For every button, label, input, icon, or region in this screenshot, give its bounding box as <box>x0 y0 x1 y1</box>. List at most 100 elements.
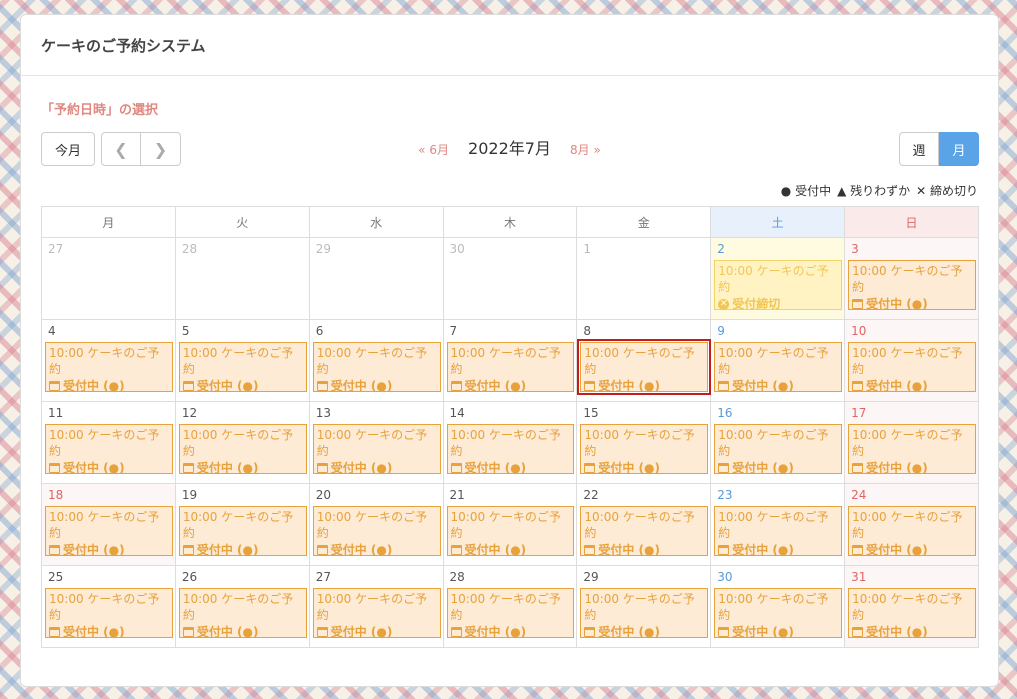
day-number: 9 <box>717 324 725 338</box>
event-status-label: 受付締切 <box>732 297 781 311</box>
calendar-day-cell[interactable]: 17 10:00 ケーキのご予約 受付中 (●) <box>844 401 979 484</box>
event-open[interactable]: 10:00 ケーキのご予約 受付中 (●) <box>45 342 173 393</box>
prev-month-link[interactable]: « 6月 <box>418 143 449 157</box>
closed-x-icon: ✕ <box>718 298 730 310</box>
event-open[interactable]: 10:00 ケーキのご予約受付中 (●) <box>45 506 173 557</box>
calendar-day-cell[interactable]: 7 10:00 ケーキのご予約 受付中 (●) <box>442 319 578 402</box>
event-open[interactable]: 10:00 ケーキのご予約 受付中 (●) <box>714 342 843 393</box>
event-status: 受付中 (●) <box>584 460 704 476</box>
event-title: 10:00 ケーキのご予約 <box>718 346 829 376</box>
calendar-day-cell[interactable]: 8 10:00 ケーキのご予約 受付中 (●) <box>576 319 712 402</box>
calendar-day-cell[interactable]: 22 10:00 ケーキのご予約 受付中 (●) <box>576 483 712 566</box>
event-open[interactable]: 10:00 ケーキのご予約 受付中 (●) <box>312 506 441 557</box>
event-open[interactable]: 10:00 ケーキのご予約 受付中 (●) <box>577 339 712 395</box>
calendar-day-cell[interactable]: 24 10:00 ケーキのご予約 受付中 (●) <box>844 483 979 566</box>
calendar-day-cell[interactable]: 21 10:00 ケーキのご予約 受付中 (●) <box>442 483 578 566</box>
day-number: 27 <box>315 570 331 584</box>
event-open[interactable]: 10:00 ケーキのご予約 受付中 (●) <box>178 342 307 393</box>
day-number: 23 <box>717 488 733 502</box>
event-title: 10:00 ケーキのご予約 <box>450 510 561 540</box>
calendar-day-cell[interactable]: 5 10:00 ケーキのご予約 受付中 (●) <box>174 319 310 402</box>
calendar-day-cell[interactable]: 10 10:00 ケーキのご予約 受付中 (●) <box>844 319 979 402</box>
event-open[interactable]: 10:00 ケーキのご予約 受付中 (●) <box>312 588 441 639</box>
calendar-day-cell[interactable]: 29 10:00 ケーキのご予約 受付中 (●) <box>576 565 712 648</box>
calendar-day-cell[interactable]: 31 10:00 ケーキのご予約 受付中 (●) <box>844 565 979 648</box>
event-status: 受付中 (●) <box>852 296 972 312</box>
event-open[interactable]: 10:00 ケーキのご予約 受付中 (●) <box>446 588 575 639</box>
event-status-label: 受付中 (●) <box>330 461 393 475</box>
calendar-icon <box>450 381 462 391</box>
event-open[interactable]: 10:00 ケーキのご予約 受付中 (●) <box>178 506 307 557</box>
calendar-day-cell[interactable]: 23 10:00 ケーキのご予約 受付中 (●) <box>710 483 846 566</box>
next-month-link[interactable]: 8月 » <box>570 143 601 157</box>
calendar-day-cell[interactable]: 3 10:00 ケーキのご予約 受付中 (●) <box>844 237 979 320</box>
calendar-day-cell[interactable]: 30 10:00 ケーキのご予約 受付中 (●) <box>710 565 846 648</box>
event-open[interactable]: 10:00 ケーキのご予約 受付中 (●) <box>45 424 173 475</box>
event-status-label: 受付中 (●) <box>866 461 928 475</box>
event-open[interactable]: 10:00 ケーキのご予約 受付中 (●) <box>714 506 843 557</box>
event-open[interactable]: 10:00 ケーキのご予約 受付中 (●) <box>714 588 843 639</box>
event-title: 10:00 ケーキのご予約 <box>182 592 294 622</box>
day-number: 21 <box>449 488 465 502</box>
event-title: 10:00 ケーキのご予約 <box>49 510 160 540</box>
event-closed[interactable]: 10:00 ケーキのご予約 ✕ 受付締切 <box>714 260 843 311</box>
current-month: 2022年7月 <box>468 139 551 158</box>
event-status-label: 受付中 (●) <box>63 543 125 557</box>
weekday-thu: 木 <box>442 206 578 238</box>
event-open[interactable]: 10:00 ケーキのご予約 受付中 (●) <box>714 424 843 475</box>
event-open[interactable]: 10:00 ケーキのご予約 受付中 (●) <box>45 588 173 639</box>
calendar-day-cell[interactable]: 12 10:00 ケーキのご予約 受付中 (●) <box>174 401 310 484</box>
event-open[interactable]: 10:00 ケーキのご予約 受付中 (●) <box>580 506 709 557</box>
event-title: 10:00 ケーキのご予約 <box>182 346 294 376</box>
day-number: 29 <box>583 570 599 584</box>
day-number: 19 <box>181 488 198 502</box>
calendar-day-cell[interactable]: 20 10:00 ケーキのご予約 受付中 (●) <box>308 483 444 566</box>
calendar-day-cell[interactable]: 16 10:00 ケーキのご予約 受付中 (●) <box>710 401 846 484</box>
event-status: 受付中 (●) <box>852 624 972 640</box>
calendar-day-cell[interactable]: 4 10:00 ケーキのご予約 受付中 (●) <box>41 319 176 402</box>
calendar-week-row: 25 10:00 ケーキのご予約 受付中 (●) 26 10:00 ケーキのご予約 受付中… <box>41 565 979 648</box>
calendar-icon <box>852 299 864 309</box>
event-title: 10:00 ケーキのご予約 <box>718 510 829 540</box>
event-open[interactable]: 10:00 ケーキのご予約 受付中 (●) <box>848 588 976 640</box>
calendar-day-cell[interactable]: 27 10:00 ケーキのご予約 受付中 (●) <box>308 565 444 648</box>
event-title: 10:00 ケーキのご予約 <box>852 428 963 458</box>
calendar-day-cell[interactable]: 26 10:00 ケーキのご予約 受付中 (●) <box>174 565 310 648</box>
calendar-icon <box>584 381 596 391</box>
event-open[interactable]: 10:00 ケーキのご予約受付中 (●) <box>848 424 976 475</box>
day-number: 26 <box>181 570 198 584</box>
event-open[interactable]: 10:00 ケーキのご予約 受付中 (●) <box>580 424 709 476</box>
calendar-day-cell[interactable]: 28 10:00 ケーキのご予約 受付中 (●) <box>442 565 578 648</box>
event-status: 受付中 (●) <box>584 378 704 394</box>
calendar-day-cell[interactable]: 18 10:00 ケーキのご予約 受付中 (●) <box>41 483 176 566</box>
event-open[interactable]: 10:00 ケーキのご予約 受付中 (●) <box>848 506 976 557</box>
calendar-day-cell[interactable]: 13 10:00 ケーキのご予約 受付中 (●) <box>308 401 444 484</box>
event-open[interactable]: 10:00 ケーキのご予約 受付中 (●) <box>848 260 976 312</box>
calendar-day-cell[interactable]: 25 10:00 ケーキのご予約 受付中 (●) <box>41 565 176 648</box>
event-title: 10:00 ケーキのご予約 <box>316 510 428 540</box>
calendar-day-cell[interactable]: 11 10:00 ケーキのご予約 受付中 (●) <box>41 401 176 484</box>
week-view-button[interactable]: 週 <box>899 132 939 166</box>
calendar-day-cell[interactable]: 6 10:00 ケーキのご予約 受付中 (●) <box>308 319 444 402</box>
calendar-day-cell[interactable]: 15 10:00 ケーキのご予約 受付中 (●) <box>576 401 712 484</box>
month-view-button[interactable]: 月 <box>939 132 979 166</box>
event-open[interactable]: 10:00 ケーキのご予約 受付中 (●) <box>446 424 575 475</box>
day-number: 7 <box>449 324 458 338</box>
calendar-day-cell[interactable]: 14 10:00 ケーキのご予約 受付中 (●) <box>442 401 578 484</box>
event-open[interactable]: 10:00 ケーキのご予約 受付中 (●) <box>178 588 307 639</box>
calendar-icon <box>584 627 596 637</box>
calendar-day-cell[interactable]: 2 10:00 ケーキのご予約 ✕ 受付締切 <box>710 237 846 320</box>
event-open[interactable]: 10:00 ケーキのご予約 受付中 (●) <box>312 342 441 393</box>
event-open[interactable]: 10:00 ケーキのご予約 受付中 (●) <box>580 588 709 640</box>
event-open[interactable]: 10:00 ケーキのご予約 受付中 (●) <box>446 506 575 557</box>
day-number: 25 <box>48 570 64 584</box>
event-status-label: 受付中 (●) <box>598 379 660 393</box>
calendar-day-cell[interactable]: 9 10:00 ケーキのご予約 受付中 (●) <box>710 319 846 402</box>
event-title: 10:00 ケーキのご予約 <box>49 592 160 622</box>
calendar-day-cell[interactable]: 19 10:00 ケーキのご予約 受付中 (●) <box>174 483 310 566</box>
event-status: 受付中 (●) <box>584 624 704 640</box>
event-open[interactable]: 10:00 ケーキのご予約 受付中 (●) <box>848 342 976 393</box>
event-open[interactable]: 10:00 ケーキのご予約 受付中 (●) <box>312 424 441 475</box>
event-open[interactable]: 10:00 ケーキのご予約 受付中 (●) <box>446 342 575 393</box>
event-open[interactable]: 10:00 ケーキのご予約 受付中 (●) <box>178 424 307 475</box>
